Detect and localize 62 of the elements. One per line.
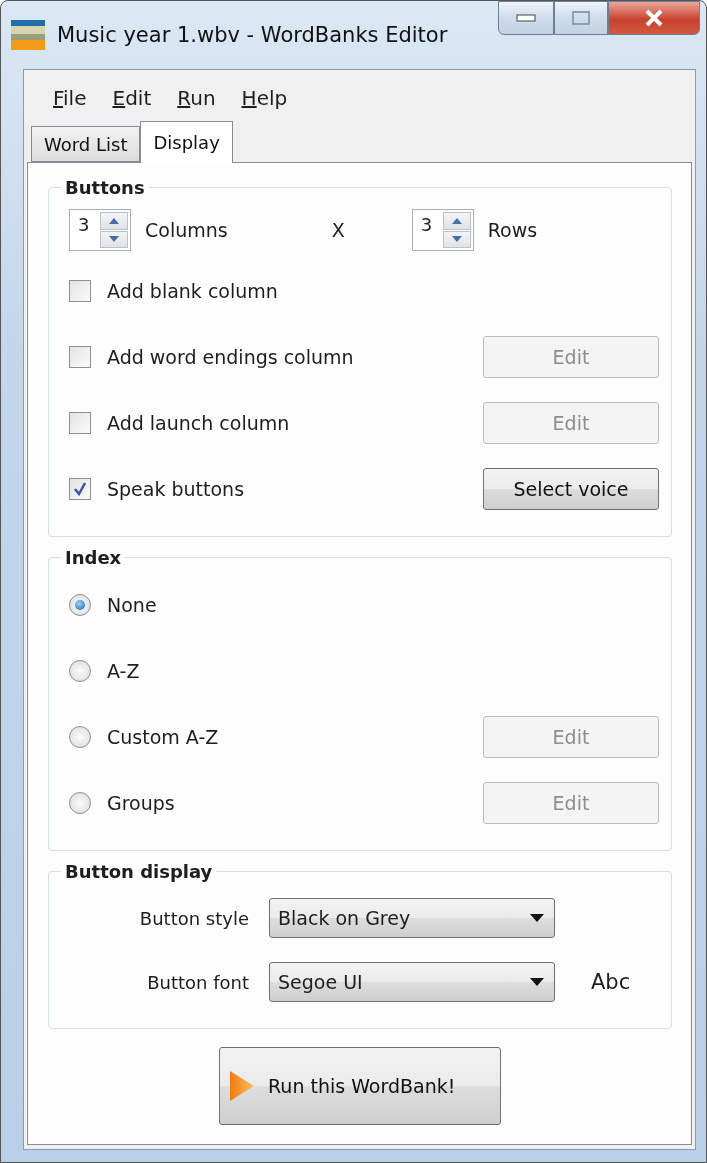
minimize-icon <box>516 14 536 22</box>
dropdown[interactable]: Black on Grey <box>269 898 555 938</box>
field-label: Button style <box>138 907 250 929</box>
radio-label: A-Z <box>107 660 140 682</box>
decrement-button[interactable] <box>100 230 128 248</box>
menu-item[interactable]: Run <box>168 82 225 114</box>
dropdown-arrow-icon <box>530 978 544 986</box>
checkbox-label: Speak buttons <box>107 478 245 500</box>
dropdown[interactable]: Segoe UI <box>269 962 555 1002</box>
dropdown-arrow-icon <box>530 914 544 922</box>
dropdown-value: Segoe UI <box>278 971 364 993</box>
checkbox[interactable] <box>69 346 91 368</box>
app-icon <box>11 18 45 52</box>
field-label: Button font <box>146 971 250 993</box>
menu-item[interactable]: Edit <box>103 82 161 114</box>
option-button[interactable]: Select voice <box>483 468 659 510</box>
radio-label: None <box>107 594 157 616</box>
group-title: Index <box>64 547 123 568</box>
increment-button[interactable] <box>442 212 471 230</box>
checkbox-label: Add blank column <box>107 280 278 302</box>
window-title: Music year 1.wbv - WordBanks Editor <box>57 23 449 47</box>
number-spinner[interactable]: 3 <box>69 209 131 251</box>
down-arrow-icon <box>109 236 119 243</box>
columns-label: Columns <box>145 219 228 241</box>
group-title: Buttons <box>64 177 146 198</box>
increment-button[interactable] <box>100 212 128 230</box>
checkbox[interactable] <box>69 478 91 500</box>
up-arrow-icon <box>451 217 462 224</box>
decrement-button[interactable] <box>442 230 471 248</box>
run-button[interactable]: Run this WordBank! <box>219 1047 501 1125</box>
dropdown-value: Black on Grey <box>278 907 412 929</box>
tab[interactable]: Word List <box>31 126 141 162</box>
times-label: X <box>331 219 346 241</box>
radio-label: Custom A-Z <box>107 726 219 748</box>
checkbox-label: Add launch column <box>107 412 290 434</box>
group-title: Button display <box>64 861 214 882</box>
rows-label: Rows <box>487 219 538 241</box>
menu-item[interactable]: Help <box>232 82 297 114</box>
checkbox-label: Add word endings column <box>107 346 354 368</box>
tab[interactable]: Display <box>140 121 233 163</box>
down-arrow-icon <box>451 236 462 243</box>
minimize-button[interactable] <box>498 1 554 35</box>
radio-button[interactable] <box>69 594 91 616</box>
check-icon <box>73 482 87 496</box>
menu-item[interactable]: File <box>44 82 96 114</box>
maximize-button[interactable] <box>554 1 608 35</box>
up-arrow-icon <box>109 217 119 224</box>
number-spinner[interactable]: 3 <box>411 209 474 251</box>
maximize-icon <box>572 11 590 25</box>
radio-button[interactable] <box>69 792 91 814</box>
spinner-value[interactable]: 3 <box>414 212 443 248</box>
radio-label: Groups <box>107 792 175 814</box>
play-icon <box>230 1071 254 1101</box>
radio-button[interactable] <box>69 726 91 748</box>
radio-dot <box>75 600 85 610</box>
radio-button[interactable] <box>69 660 91 682</box>
spinner-value[interactable]: 3 <box>72 212 100 248</box>
checkbox[interactable] <box>69 412 91 434</box>
checkbox[interactable] <box>69 280 91 302</box>
close-icon <box>644 9 664 27</box>
font-preview: Abc <box>591 970 631 994</box>
close-button[interactable] <box>608 1 700 35</box>
